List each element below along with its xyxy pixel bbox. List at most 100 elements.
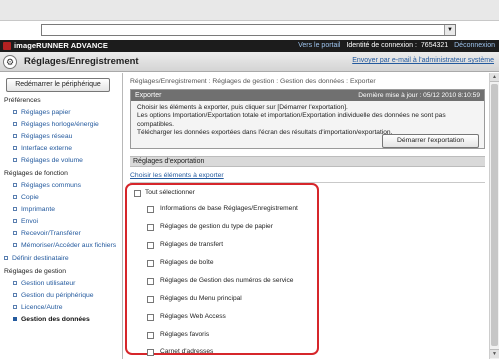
bullet-icon bbox=[13, 281, 17, 285]
export-option-label[interactable]: Réglages de transfert bbox=[160, 241, 223, 249]
sidebar-item-store-access-files[interactable]: Mémoriser/Accéder aux fichiers bbox=[0, 240, 121, 252]
select-all-checkbox[interactable] bbox=[134, 190, 141, 197]
export-option-checkbox[interactable] bbox=[147, 314, 154, 321]
breadcrumb-separator: : bbox=[346, 78, 349, 85]
sidebar-item-license-other[interactable]: Licence/Autre bbox=[0, 302, 121, 314]
breadcrumb-separator: : bbox=[276, 78, 279, 85]
export-option-checkbox[interactable] bbox=[147, 278, 154, 285]
breadcrumb-item[interactable]: Réglages de gestion bbox=[212, 78, 274, 85]
sidebar-item-label: Envoi bbox=[21, 218, 39, 225]
login-label: Identité de connexion : bbox=[346, 42, 417, 49]
top-right-nav: Vers le portail Identité de connexion :7… bbox=[294, 41, 495, 51]
export-settings-header: Réglages d'exportation bbox=[130, 156, 485, 167]
scroll-down-arrow-icon[interactable]: ▼ bbox=[490, 349, 499, 358]
bullet-icon bbox=[13, 293, 17, 297]
export-option-label[interactable]: Réglages de Gestion des numéros de servi… bbox=[160, 277, 293, 285]
breadcrumb-item[interactable]: Gestion des données bbox=[280, 78, 344, 85]
scrollbar-thumb[interactable] bbox=[491, 84, 498, 346]
top-bar: imageRUNNER ADVANCE Vers le portail Iden… bbox=[0, 40, 499, 52]
sidebar-item-label: Réglages réseau bbox=[21, 133, 73, 140]
export-option-label[interactable]: Réglages de gestion du type de papier bbox=[160, 223, 273, 231]
sidebar-item-printer[interactable]: Imprimante bbox=[0, 204, 121, 216]
sidebar-item-external-interface[interactable]: Interface externe bbox=[0, 143, 121, 155]
sidebar-item-data-management[interactable]: Gestion des données bbox=[0, 314, 121, 326]
start-export-button[interactable]: Démarrer l'exportation bbox=[382, 134, 479, 148]
export-panel: Exporter Dernière mise à jour : 05/12 20… bbox=[130, 89, 485, 149]
export-option-label[interactable]: Réglages du Menu principal bbox=[160, 295, 242, 303]
export-panel-header: Exporter Dernière mise à jour : 05/12 20… bbox=[131, 90, 484, 101]
bullet-icon bbox=[13, 158, 17, 162]
export-option-label[interactable]: Réglages de boîte bbox=[160, 259, 214, 267]
sidebar-item-label: Interface externe bbox=[21, 145, 73, 152]
last-update-value: 05/12 2010 8:10:59 bbox=[423, 92, 480, 99]
last-update-label: Dernière mise à jour : bbox=[358, 92, 422, 99]
bullet-icon bbox=[13, 317, 17, 321]
page-title: Réglages/Enregistrement bbox=[24, 56, 139, 67]
sidebar-item-user-management[interactable]: Gestion utilisateur bbox=[0, 278, 121, 290]
sidebar-item-label: Gestion du périphérique bbox=[21, 292, 94, 299]
breadcrumb-item[interactable]: Réglages/Enregistrement bbox=[130, 78, 207, 85]
breadcrumb: Réglages/Enregistrement : Réglages de ge… bbox=[130, 78, 376, 85]
sidebar-item-copy[interactable]: Copie bbox=[0, 192, 121, 204]
description-line: Les options Importation/Exportation tota… bbox=[137, 112, 446, 128]
browser-toolbar bbox=[0, 0, 499, 21]
export-option-label[interactable]: Carnet d'adresses bbox=[160, 348, 213, 356]
address-bar[interactable]: ▼ bbox=[41, 24, 456, 36]
email-admin-link[interactable]: Envoyer par e-mail à l'administrateur sy… bbox=[352, 57, 494, 64]
export-option-checkbox[interactable] bbox=[147, 332, 154, 339]
logout-link[interactable]: Déconnexion bbox=[454, 42, 495, 49]
title-bar: ⚙ Réglages/Enregistrement Envoyer par e-… bbox=[0, 52, 499, 72]
sidebar-item-label: Recevoir/Transférer bbox=[21, 230, 81, 237]
export-option-checkbox[interactable] bbox=[147, 296, 154, 303]
address-dropdown-button[interactable]: ▼ bbox=[444, 25, 455, 35]
sidebar-item-clock-energy[interactable]: Réglages horloge/énergie bbox=[0, 119, 121, 131]
scroll-up-arrow-icon[interactable]: ▲ bbox=[490, 73, 499, 82]
sidebar-section-preferences[interactable]: Préférences bbox=[0, 95, 121, 107]
sidebar-item-label: Gestion des données bbox=[21, 316, 90, 323]
sidebar-item-label: Réglages communs bbox=[21, 182, 82, 189]
bullet-icon bbox=[13, 219, 17, 223]
sidebar-item-paper[interactable]: Réglages papier bbox=[0, 107, 121, 119]
export-panel-title: Exporter bbox=[135, 92, 162, 99]
sidebar-item-common[interactable]: Réglages communs bbox=[0, 180, 121, 192]
bullet-icon bbox=[4, 256, 8, 260]
bullet-icon bbox=[13, 243, 17, 247]
export-option-label[interactable]: Informations de base Réglages/Enregistre… bbox=[160, 205, 298, 213]
export-option-checkbox[interactable] bbox=[147, 206, 154, 213]
bullet-icon bbox=[13, 146, 17, 150]
export-option-checkbox[interactable] bbox=[147, 260, 154, 267]
bullet-icon bbox=[13, 183, 17, 187]
export-option-checkbox[interactable] bbox=[147, 242, 154, 249]
export-option-label[interactable]: Réglages favoris bbox=[160, 331, 209, 339]
sidebar-item-label: Licence/Autre bbox=[21, 304, 63, 311]
bullet-icon bbox=[13, 122, 17, 126]
sidebar-item-label: Imprimante bbox=[21, 206, 55, 213]
bullet-icon bbox=[13, 207, 17, 211]
vertical-scrollbar[interactable]: ▲ ▼ bbox=[489, 73, 499, 359]
sidebar-item-network[interactable]: Réglages réseau bbox=[0, 131, 121, 143]
bullet-icon bbox=[13, 110, 17, 114]
bullet-icon bbox=[13, 231, 17, 235]
last-update: Dernière mise à jour : 05/12 2010 8:10:5… bbox=[358, 91, 480, 100]
login-id: 7654321 bbox=[420, 42, 449, 49]
sidebar-item-volume[interactable]: Réglages de volume bbox=[0, 155, 121, 167]
sidebar-item-send[interactable]: Envoi bbox=[0, 216, 121, 228]
export-option-checkbox[interactable] bbox=[147, 224, 154, 231]
bullet-icon bbox=[13, 195, 17, 199]
breadcrumb-separator: : bbox=[208, 78, 211, 85]
sidebar: Redémarrer le périphérique Préférences R… bbox=[0, 73, 123, 359]
select-all-label[interactable]: Tout sélectionner bbox=[145, 189, 195, 197]
export-option-label[interactable]: Réglages Web Access bbox=[160, 313, 226, 321]
sidebar-section-function[interactable]: Réglages de fonction bbox=[0, 168, 121, 180]
export-items-highlight: Tout sélectionner Informations de base R… bbox=[125, 183, 319, 356]
sidebar-item-device-management[interactable]: Gestion du périphérique bbox=[0, 290, 121, 302]
sidebar-item-receive-forward[interactable]: Recevoir/Transférer bbox=[0, 228, 121, 240]
export-option-checkbox[interactable] bbox=[147, 349, 154, 356]
portal-link[interactable]: Vers le portail bbox=[298, 42, 340, 49]
sidebar-item-destination[interactable]: Définir destinataire bbox=[0, 253, 121, 265]
restart-device-button[interactable]: Redémarrer le périphérique bbox=[6, 78, 110, 92]
description-line: Choisir les éléments à exporter, puis cl… bbox=[137, 104, 348, 111]
sidebar-section-management[interactable]: Réglages de gestion bbox=[0, 266, 121, 278]
sidebar-item-label: Copie bbox=[21, 194, 39, 201]
brand-name: imageRUNNER ADVANCE bbox=[14, 41, 108, 50]
